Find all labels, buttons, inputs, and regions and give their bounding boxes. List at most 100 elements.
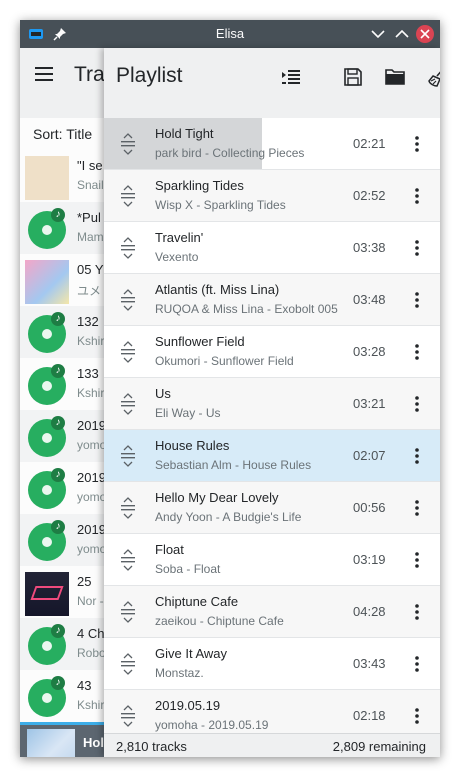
album-disc-icon: ♪: [25, 624, 69, 668]
save-icon[interactable]: [342, 66, 364, 88]
track-artist: Snail: [77, 178, 104, 192]
sort-selector[interactable]: Sort: Title: [20, 118, 110, 150]
more-options-icon[interactable]: [410, 134, 424, 154]
track-list-item[interactable]: ♪ 133 Kshir: [20, 358, 110, 410]
entry-duration: 03:28: [353, 344, 386, 359]
entry-duration: 03:19: [353, 552, 386, 567]
track-list-item[interactable]: ♪ 2019 yomo: [20, 514, 110, 566]
album-art: [25, 260, 69, 304]
hamburger-menu-icon[interactable]: [35, 66, 53, 82]
entry-artist-album: Soba - Float: [155, 562, 221, 576]
drag-handle-icon[interactable]: [119, 497, 137, 519]
more-options-icon[interactable]: [410, 290, 424, 310]
entry-duration: 02:07: [353, 448, 386, 463]
entry-title: Hello My Dear Lovely: [155, 490, 279, 505]
track-artist: Kshir: [77, 698, 105, 712]
tracks-view: Tra Sort: Title "I se Snail ♪ *Pul Mam 05 Y ユメ…: [20, 48, 110, 757]
entry-duration: 04:28: [353, 604, 386, 619]
playlist-entry[interactable]: Us Eli Way - Us 03:21: [104, 378, 440, 430]
track-list-item[interactable]: ♪ 132 Kshir: [20, 306, 110, 358]
playlist-entry[interactable]: Sunflower Field Okumori - Sunflower Field…: [104, 326, 440, 378]
more-options-icon[interactable]: [410, 498, 424, 518]
minimize-icon[interactable]: [368, 24, 388, 44]
track-artist: yomo: [77, 490, 107, 504]
playlist-entry[interactable]: Sparkling Tides Wisp X - Sparkling Tides 0…: [104, 170, 440, 222]
track-list-item[interactable]: 25 Nor -: [20, 566, 110, 618]
close-button[interactable]: [416, 25, 434, 43]
more-options-icon[interactable]: [410, 394, 424, 414]
entry-title: House Rules: [155, 438, 230, 453]
more-options-icon[interactable]: [410, 186, 424, 206]
track-list-item[interactable]: "I se Snail: [20, 150, 110, 202]
entry-title: Hold Tight: [155, 126, 214, 141]
playlist-entry[interactable]: Hold Tight park bird - Collecting Pieces 0…: [104, 118, 440, 170]
entry-duration: 03:38: [353, 240, 386, 255]
album-disc-icon: ♪: [25, 208, 69, 252]
track-title: 43: [77, 678, 92, 693]
more-options-icon[interactable]: [410, 706, 424, 726]
track-list-item[interactable]: ♪ 2019 yomo: [20, 462, 110, 514]
album-art: [25, 156, 69, 200]
entry-title: Float: [155, 542, 184, 557]
album-art: [25, 572, 69, 616]
drag-handle-icon[interactable]: [119, 653, 137, 675]
track-title: 132: [77, 314, 99, 329]
drag-handle-icon[interactable]: [119, 185, 137, 207]
more-options-icon[interactable]: [410, 654, 424, 674]
track-list-item[interactable]: 05 Y ユメ: [20, 254, 110, 306]
more-options-icon[interactable]: [410, 446, 424, 466]
now-playing-title: Hol: [83, 735, 104, 750]
playlist-entry[interactable]: House Rules Sebastian Alm - House Rules 02…: [104, 430, 440, 482]
now-playing-bar[interactable]: Hol par: [20, 722, 110, 757]
playlist-entry[interactable]: Atlantis (ft. Miss Lina) RUQOA & Miss Lin…: [104, 274, 440, 326]
playlist-scroll-icon[interactable]: [280, 66, 302, 88]
more-options-icon[interactable]: [410, 550, 424, 570]
clear-playlist-icon[interactable]: [426, 66, 440, 88]
entry-artist-album: Eli Way - Us: [155, 406, 221, 420]
entry-title: Us: [155, 386, 171, 401]
track-artist: Nor -: [77, 594, 104, 608]
drag-handle-icon[interactable]: [119, 705, 137, 727]
elisa-window: Elisa Tra Sort: Title "I se Snail ♪ *Pul Mam…: [20, 20, 440, 757]
entry-artist-album: park bird - Collecting Pieces: [155, 146, 305, 160]
playlist-entry[interactable]: Travelin' Vexento 03:38: [104, 222, 440, 274]
track-list-item[interactable]: ♪ *Pul Mam: [20, 202, 110, 254]
more-options-icon[interactable]: [410, 602, 424, 622]
drag-handle-icon[interactable]: [119, 289, 137, 311]
more-options-icon[interactable]: [410, 238, 424, 258]
drag-handle-icon[interactable]: [119, 549, 137, 571]
drag-handle-icon[interactable]: [119, 445, 137, 467]
maximize-icon[interactable]: [392, 24, 412, 44]
track-title: 25: [77, 574, 92, 589]
track-artist: Mam: [77, 230, 104, 244]
title-bar: Elisa: [20, 20, 440, 48]
track-list-item[interactable]: ♪ 4 Ch Robo: [20, 618, 110, 670]
track-title: 4 Ch: [77, 626, 105, 641]
drag-handle-icon[interactable]: [119, 601, 137, 623]
drag-handle-icon[interactable]: [119, 393, 137, 415]
track-title: 2019: [77, 522, 106, 537]
remaining-count: 2,809 remaining: [332, 739, 426, 754]
entry-artist-album: Wisp X - Sparkling Tides: [155, 198, 286, 212]
album-disc-icon: ♪: [25, 416, 69, 460]
drag-handle-icon[interactable]: [119, 341, 137, 363]
now-playing-art: [27, 729, 75, 757]
drag-handle-icon[interactable]: [119, 133, 137, 155]
track-list-item[interactable]: ♪ 43 Kshir: [20, 670, 110, 722]
playlist-panel: Playlist Hold Tight park bird - Collecti…: [104, 48, 440, 757]
entry-artist-album: zaeikou - Chiptune Cafe: [155, 614, 284, 628]
track-title: 05 Y: [77, 262, 104, 277]
more-options-icon[interactable]: [410, 342, 424, 362]
playlist-entry[interactable]: Chiptune Cafe zaeikou - Chiptune Cafe 04:2…: [104, 586, 440, 638]
track-list-item[interactable]: ♪ 2019 yomo: [20, 410, 110, 462]
entry-artist-album: yomoha - 2019.05.19: [155, 718, 269, 732]
playlist-entry[interactable]: Hello My Dear Lovely Andy Yoon - A Budgie…: [104, 482, 440, 534]
folder-icon[interactable]: [384, 66, 406, 88]
entry-duration: 00:56: [353, 500, 386, 515]
track-artist: Robo: [77, 646, 106, 660]
drag-handle-icon[interactable]: [119, 237, 137, 259]
playlist-entry[interactable]: Give It Away Monstaz. 03:43: [104, 638, 440, 690]
playlist-entry[interactable]: Float Soba - Float 03:19: [104, 534, 440, 586]
entry-title: Sparkling Tides: [155, 178, 244, 193]
entry-duration: 03:21: [353, 396, 386, 411]
